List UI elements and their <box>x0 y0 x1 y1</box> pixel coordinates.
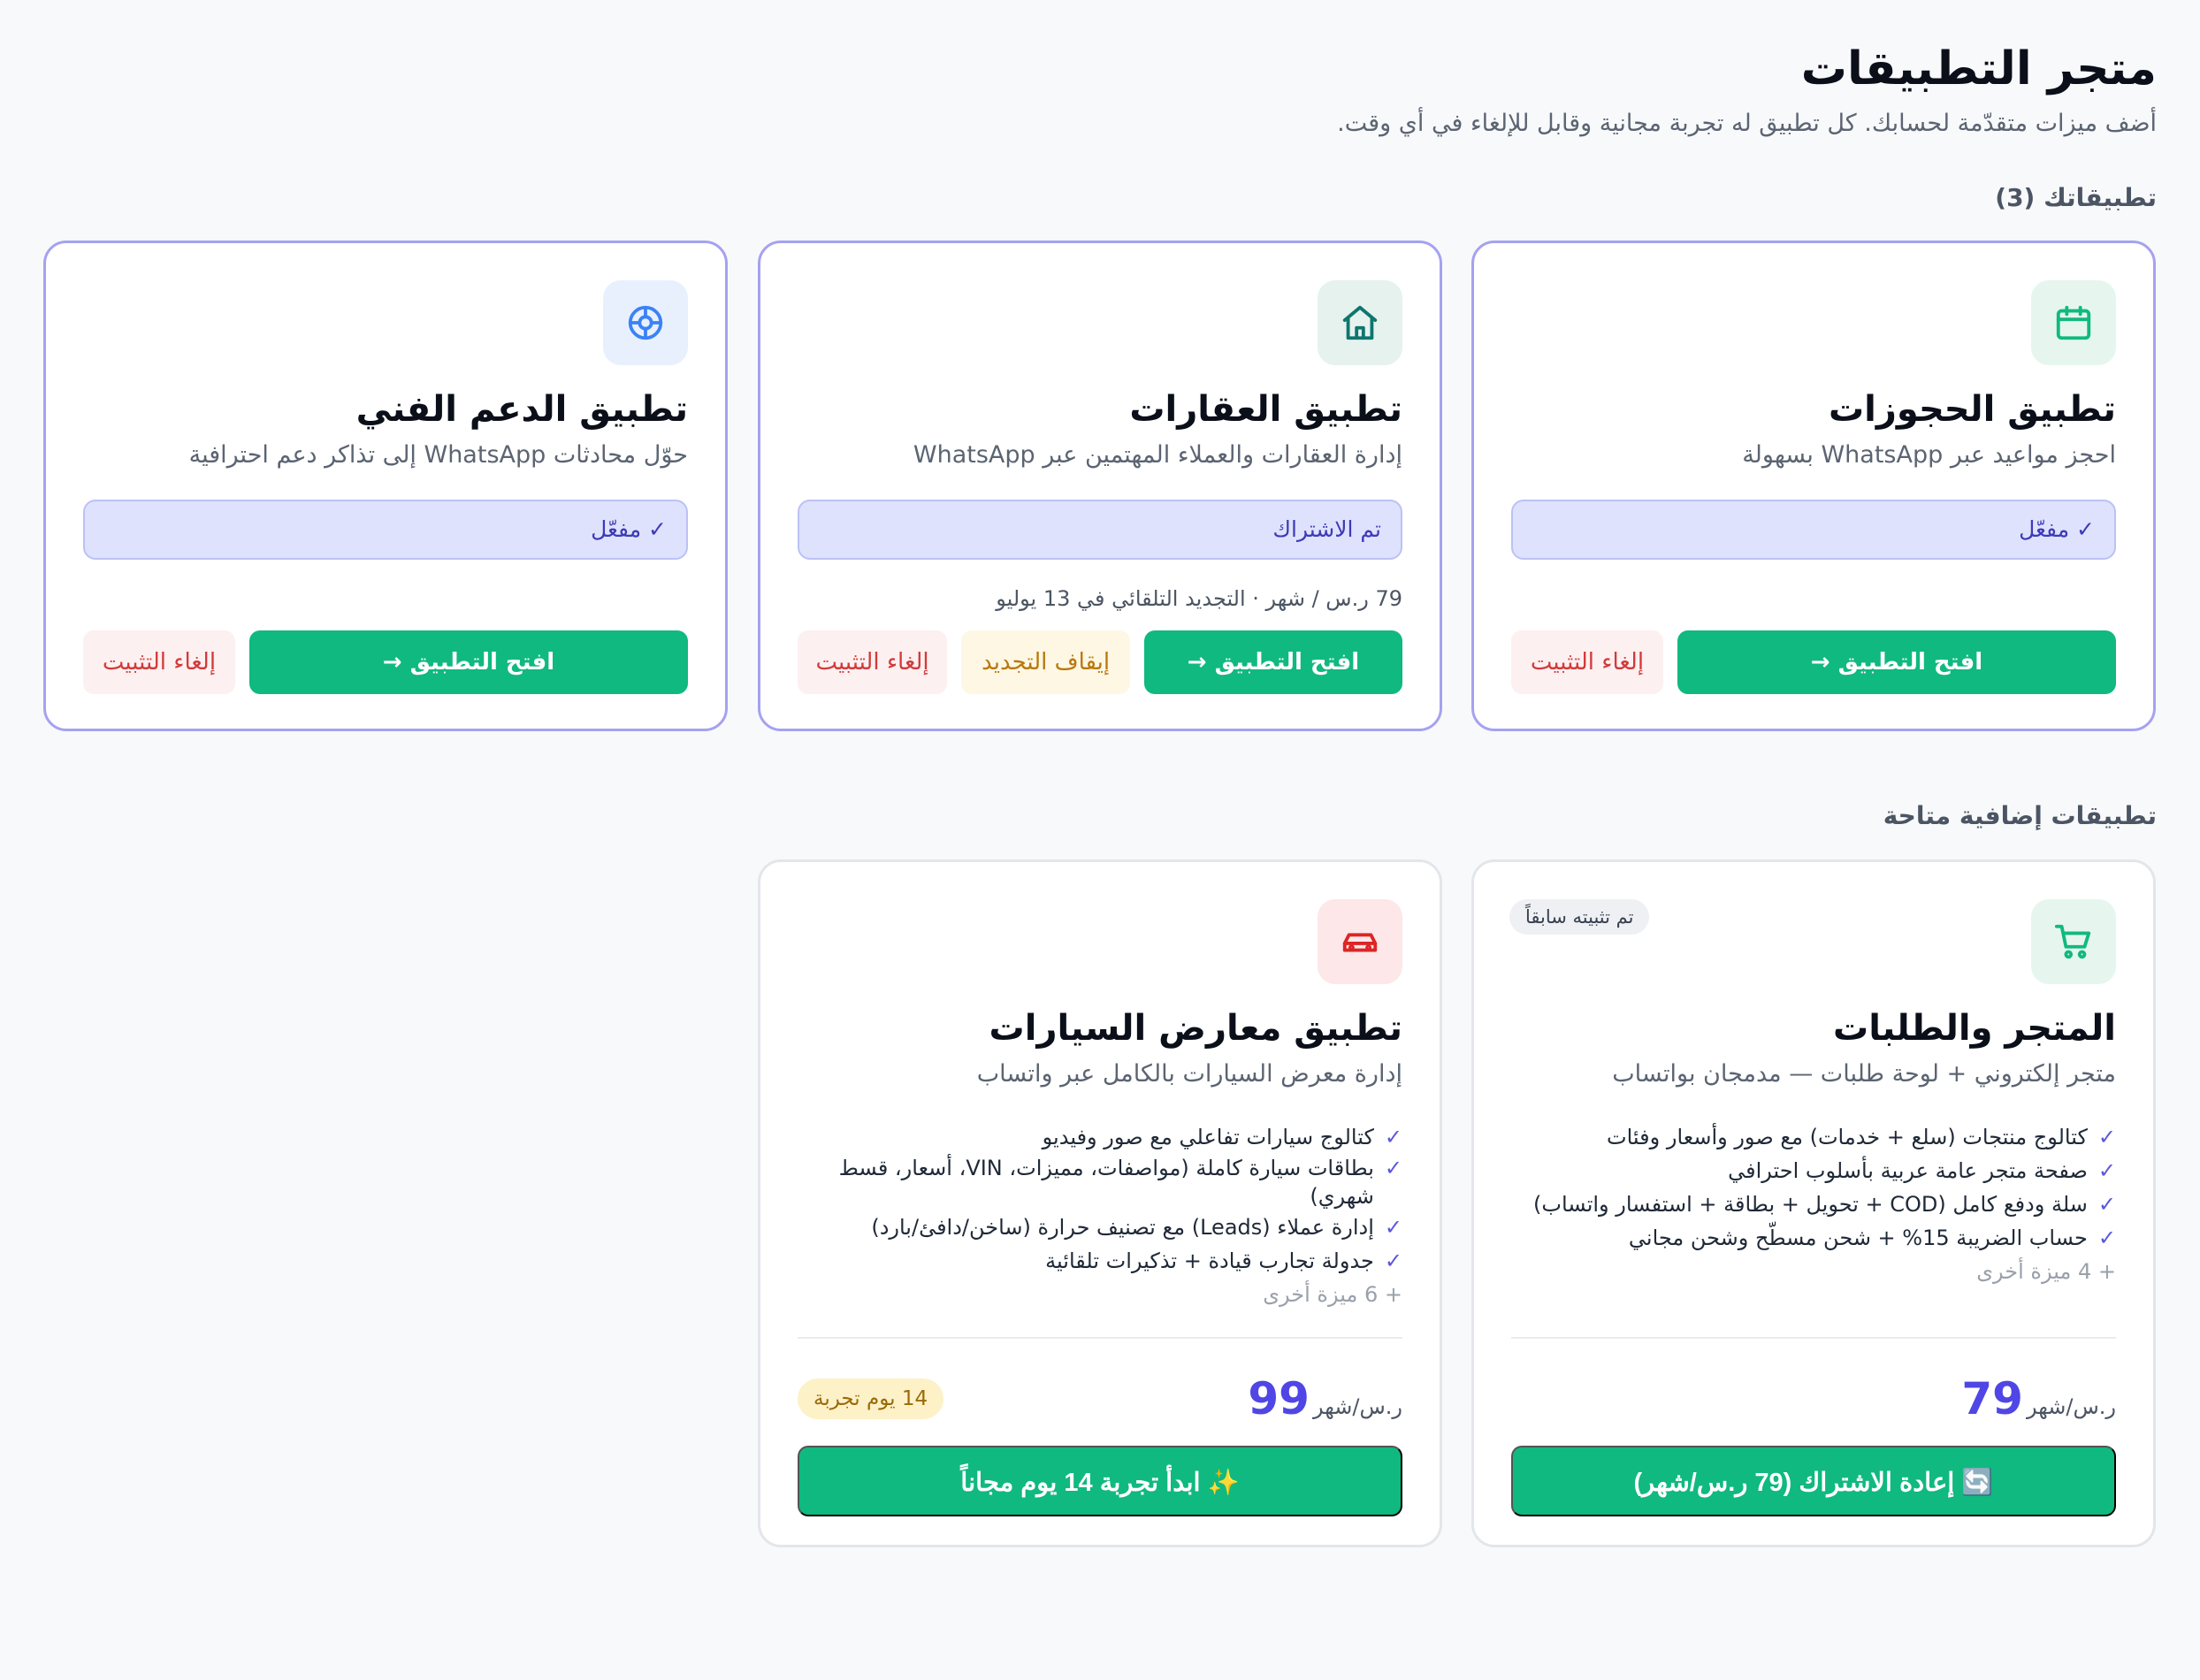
feature-item: ✓ كتالوج منتجات (سلع + خدمات) مع صور وأسع… <box>1511 1120 2116 1154</box>
status-subscribed: تم الاشتراك <box>798 500 1402 560</box>
price: 79 ر.س/شهر <box>1961 1372 2116 1425</box>
calendar-icon <box>2031 280 2116 365</box>
app-title: تطبيق الدعم الفني <box>355 389 688 430</box>
car-icon <box>1318 899 1402 984</box>
installed-section-title: تطبيقاتك (3) <box>1995 183 2157 212</box>
app-card-real-estate: تطبيق العقارات إدارة العقارات والعملاء ا… <box>758 241 1442 731</box>
divider <box>1511 1337 2116 1339</box>
home-icon <box>1318 280 1402 365</box>
page-subtitle: أضف ميزات متقدّمة لحسابك. كل تطبيق له تج… <box>1337 110 2157 137</box>
more-features: + 6 ميزة أخرى <box>1263 1282 1402 1307</box>
previously-installed-badge: تم تثبيته سابقاً <box>1509 899 1650 935</box>
app-title: المتجر والطلبات <box>1833 1008 2116 1049</box>
feature-item: ✓ صفحة متجر عامة عربية بأسلوب احترافي <box>1511 1154 2116 1187</box>
check-icon: ✓ <box>2097 1158 2116 1183</box>
price-row: 79 ر.س/شهر <box>1511 1368 2116 1430</box>
uninstall-button[interactable]: إلغاء التثبيت <box>83 630 235 694</box>
feature-item: ✓ جدولة تجارب قيادة + تذكيرات تلقائية <box>822 1244 1402 1278</box>
check-icon: ✓ <box>1384 1156 1402 1180</box>
open-app-button[interactable]: افتح التطبيق → <box>1144 630 1402 694</box>
status-active: ✓ مفعّل <box>83 500 688 560</box>
uninstall-button[interactable]: إلغاء التثبيت <box>1511 630 1663 694</box>
app-title: تطبيق الحجوزات <box>1828 389 2116 430</box>
divider <box>798 1337 1402 1339</box>
feature-item: ✓ حساب الضريبة 15% + شحن مسطّح وشحن مجاني <box>1511 1221 2116 1255</box>
app-card-car-showroom: تطبيق معارض السيارات إدارة معرض السيارات… <box>758 859 1442 1547</box>
feature-item: ✓ كتالوج سيارات تفاعلي مع صور وفيديو <box>822 1120 1402 1154</box>
page-title: متجر التطبيقات <box>1800 42 2157 95</box>
shopping-cart-icon <box>2031 899 2116 984</box>
pause-renewal-button[interactable]: إيقاف التجديد <box>961 630 1130 694</box>
feature-list: ✓ كتالوج منتجات (سلع + خدمات) مع صور وأسع… <box>1511 1120 2116 1288</box>
feature-list: ✓ كتالوج سيارات تفاعلي مع صور وفيديو ✓ بطا… <box>822 1120 1402 1311</box>
check-icon: ✓ <box>2097 1226 2116 1250</box>
app-actions: افتح التطبيق → إلغاء التثبيت <box>83 630 688 694</box>
check-icon: ✓ <box>1384 1125 1402 1149</box>
renewal-info: 79 ر.س / شهر · التجديد التلقائي في 13 يو… <box>996 586 1402 611</box>
page-header: متجر التطبيقات أضف ميزات متقدّمة لحسابك.… <box>1337 41 2157 141</box>
app-title: تطبيق معارض السيارات <box>989 1008 1402 1049</box>
feature-item: ✓ سلة ودفع كامل (COD + تحويل + بطاقة + اس… <box>1511 1187 2116 1221</box>
app-card-support: تطبيق الدعم الفني حوّل محادثات WhatsApp … <box>43 241 728 731</box>
price-row: 99 ر.س/شهر 14 يوم تجربة <box>798 1368 1402 1430</box>
price-unit: ر.س/شهر <box>1312 1394 1402 1419</box>
app-description: إدارة معرض السيارات بالكامل عبر واتساب <box>976 1060 1402 1088</box>
support-lifebuoy-icon <box>603 280 688 365</box>
feature-item: ✓ إدارة عملاء (Leads) مع تصنيف حرارة (ساخ… <box>822 1210 1402 1244</box>
price: 99 ر.س/شهر <box>1248 1372 1402 1425</box>
open-app-button[interactable]: افتح التطبيق → <box>1677 630 2116 694</box>
price-amount: 99 <box>1248 1373 1310 1424</box>
status-active: ✓ مفعّل <box>1511 500 2116 560</box>
available-section-title: تطبيقات إضافية متاحة <box>1883 801 2157 830</box>
feature-item: ✓ بطاقات سيارة كاملة (مواصفات، مميزات، VI… <box>838 1156 1402 1209</box>
uninstall-button[interactable]: إلغاء التثبيت <box>798 630 948 694</box>
app-card-store: تم تثبيته سابقاً المتجر والطلبات متجر إل… <box>1471 859 2156 1547</box>
price-unit: ر.س/شهر <box>2026 1394 2116 1419</box>
check-icon: ✓ <box>2097 1192 2116 1217</box>
open-app-button[interactable]: افتح التطبيق → <box>249 630 688 694</box>
app-actions: افتح التطبيق → إلغاء التثبيت <box>1511 630 2116 694</box>
app-card-bookings: تطبيق الحجوزات احجز مواعيد عبر WhatsApp … <box>1471 241 2156 731</box>
resubscribe-button[interactable]: 🔄 إعادة الاشتراك (79 ر.س/شهر) <box>1511 1446 2116 1516</box>
app-description: احجز مواعيد عبر WhatsApp بسهولة <box>1742 441 2116 469</box>
check-icon: ✓ <box>2097 1125 2116 1149</box>
check-icon: ✓ <box>1384 1249 1402 1273</box>
app-description: حوّل محادثات WhatsApp إلى تذاكر دعم احتر… <box>188 441 688 469</box>
trial-badge: 14 يوم تجربة <box>798 1378 944 1419</box>
app-description: متجر إلكتروني + لوحة طلبات — مدمجان بوات… <box>1612 1060 2116 1088</box>
start-trial-button[interactable]: ✨ ابدأ تجربة 14 يوم مجاناً <box>798 1446 1402 1516</box>
price-amount: 79 <box>1961 1373 2023 1424</box>
app-description: إدارة العقارات والعملاء المهتمين عبر Wha… <box>913 441 1402 469</box>
app-store-page: متجر التطبيقات أضف ميزات متقدّمة لحسابك.… <box>0 0 2200 1680</box>
app-title: تطبيق العقارات <box>1129 389 1402 430</box>
check-icon: ✓ <box>1384 1215 1402 1240</box>
more-features: + 4 ميزة أخرى <box>1976 1259 2116 1284</box>
app-actions: افتح التطبيق → إيقاف التجديد إلغاء التثب… <box>798 630 1402 694</box>
